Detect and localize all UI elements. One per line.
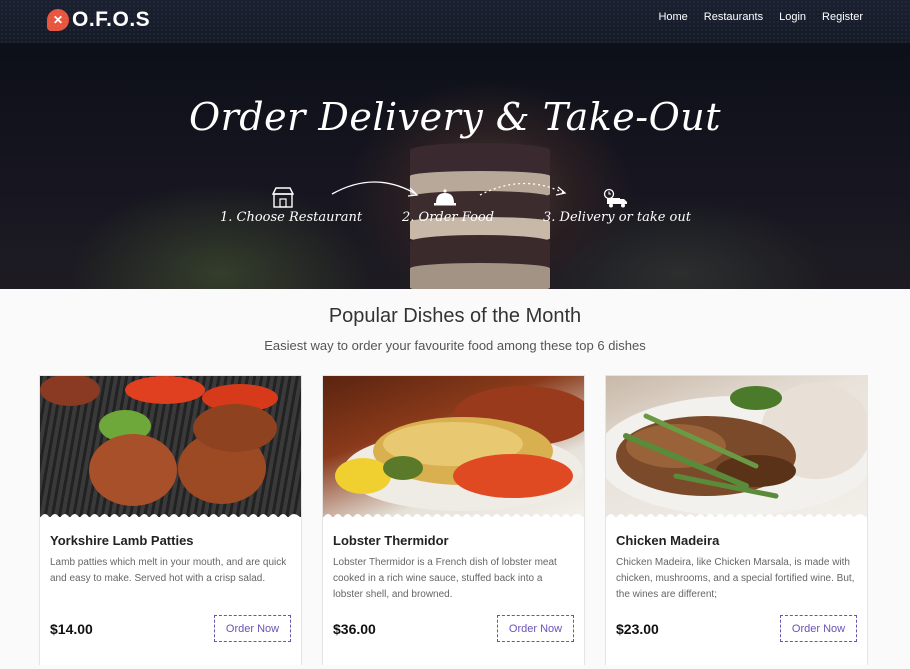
nav-link-restaurants[interactable]: Restaurants [704, 11, 763, 23]
dish-name[interactable]: Yorkshire Lamb Patties [50, 533, 194, 548]
dish-name[interactable]: Lobster Thermidor [333, 533, 449, 548]
hero-title: Order Delivery & Take-Out [188, 95, 721, 139]
brand-name: O.F.O.S [72, 8, 151, 31]
scallop-edge [606, 514, 866, 517]
navbar: ✕ O.F.O.S Home Restaurants Login Registe… [0, 0, 910, 43]
dish-description: Lamb patties which melt in your mouth, a… [50, 557, 287, 584]
hero-banner: Order Delivery & Take-Out 1. Choose Rest… [0, 43, 910, 289]
dish-price: $23.00 [616, 621, 659, 637]
arrow-icon [331, 181, 419, 197]
dish-price: $14.00 [50, 621, 93, 637]
dish-image-chicken-madeira[interactable] [606, 376, 867, 517]
nav-link-login[interactable]: Login [779, 11, 806, 23]
dish-card[interactable]: Chicken Madeira Chicken Madeira, like Ch… [605, 375, 868, 665]
nav-link-home[interactable]: Home [658, 11, 687, 23]
section-subtitle: Easiest way to order your favourite food… [264, 338, 646, 353]
dish-card[interactable]: Yorkshire Lamb Patties Lamb patties whic… [39, 375, 302, 665]
scallop-edge [40, 514, 300, 517]
utensils-icon: ✕ [47, 9, 69, 31]
order-now-button[interactable]: Order Now [780, 615, 857, 642]
store-icon [272, 187, 294, 208]
dish-image-lobster-thermidor[interactable] [323, 376, 584, 517]
order-now-button[interactable]: Order Now [214, 615, 291, 642]
delivery-truck-icon [603, 188, 627, 208]
step-delivery: 3. Delivery or take out [543, 210, 691, 225]
dish-image-lamb-patties[interactable] [40, 376, 301, 517]
cloche-icon [434, 189, 456, 206]
dish-price: $36.00 [333, 621, 376, 637]
brand-logo[interactable]: ✕ O.F.O.S [47, 7, 150, 33]
dotted-arrow-icon [479, 182, 567, 196]
step-order-food: 2. Order Food [402, 210, 495, 225]
section-title: Popular Dishes of the Month [328, 305, 582, 327]
dish-description: Lobster Thermidor is a French dish of lo… [333, 557, 557, 600]
dish-description: Chicken Madeira, like Chicken Marsala, i… [616, 557, 855, 600]
hero-cake-image [400, 113, 560, 289]
nav-link-register[interactable]: Register [822, 11, 863, 23]
scallop-edge [323, 514, 583, 517]
dish-card[interactable]: Lobster Thermidor Lobster Thermidor is a… [322, 375, 585, 665]
nav-links: Home Restaurants Login Register [658, 11, 863, 23]
order-now-button[interactable]: Order Now [497, 615, 574, 642]
dish-name[interactable]: Chicken Madeira [616, 533, 719, 548]
step-choose-restaurant: 1. Choose Restaurant [220, 210, 363, 225]
